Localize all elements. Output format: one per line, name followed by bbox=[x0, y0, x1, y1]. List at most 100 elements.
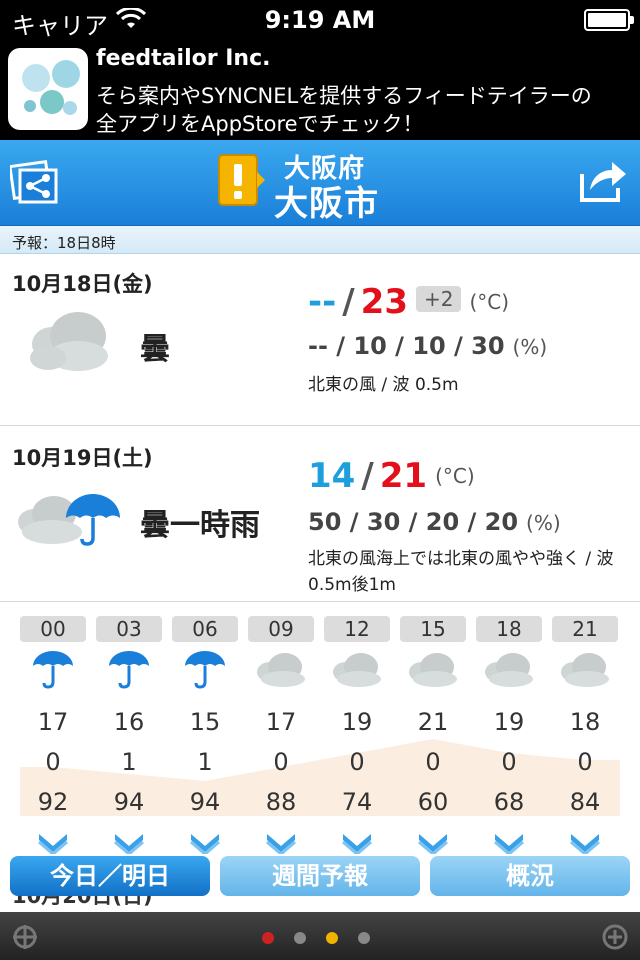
forecast-issued-time: 予報：18日8時 bbox=[0, 226, 640, 254]
cloud-icon bbox=[552, 650, 618, 702]
battery-icon bbox=[584, 9, 634, 31]
temperature-range: --/23 +2 (°C) bbox=[308, 282, 510, 322]
hourly-forecast: 00 17 0 92 03 16 1 94 06 15 1 94 09 17 0 88 12 19 0 74 15 21 0… bbox=[0, 604, 640, 856]
wind-wave-text: 北東の風 / 波 0.5m bbox=[308, 375, 459, 395]
temperature-range: 14/21 (°C) bbox=[308, 456, 475, 496]
temp-unit: (°C) bbox=[469, 290, 510, 314]
hour-label: 03 bbox=[96, 616, 162, 642]
precipitation-probability: -- / 10 / 10 / 30 (%) bbox=[308, 332, 547, 360]
hour-temp: 21 bbox=[417, 708, 449, 736]
hour-label: 18 bbox=[476, 616, 542, 642]
ad-company: feedtailor Inc. bbox=[96, 46, 271, 71]
max-temp: 23 bbox=[360, 282, 408, 322]
min-temp: -- bbox=[308, 282, 337, 322]
hour-label: 15 bbox=[400, 616, 466, 642]
hour-humidity: 84 bbox=[569, 788, 601, 816]
forecast-date: 10月19日(土) bbox=[12, 446, 153, 470]
hour-label: 06 bbox=[172, 616, 238, 642]
hour-precip: 1 bbox=[197, 748, 213, 776]
hour-precip: 1 bbox=[121, 748, 137, 776]
hour-column: 12 19 0 74 bbox=[324, 616, 390, 862]
hour-column: 15 21 0 60 bbox=[400, 616, 466, 862]
cloud-icon bbox=[476, 650, 542, 702]
hour-humidity: 94 bbox=[113, 788, 145, 816]
warning-icon bbox=[218, 154, 265, 206]
hour-humidity: 74 bbox=[341, 788, 373, 816]
feedtailor-logo bbox=[8, 48, 88, 130]
clock: 9:19 AM bbox=[264, 6, 376, 34]
battery-level bbox=[588, 13, 626, 27]
umbrella-icon bbox=[96, 650, 162, 702]
hour-precip: 0 bbox=[425, 748, 441, 776]
page-dot-active[interactable] bbox=[326, 932, 338, 944]
hour-temp: 15 bbox=[189, 708, 221, 736]
hour-temp: 18 bbox=[569, 708, 601, 736]
day-forecast-tomorrow: 10月19日(土) 曇一時雨 14/21 (°C) 50 / 30 / 20 / … bbox=[0, 428, 640, 602]
hour-column: 09 17 0 88 bbox=[248, 616, 314, 862]
min-temp: 14 bbox=[308, 456, 356, 496]
hour-column: 00 17 0 92 bbox=[20, 616, 86, 862]
hour-humidity: 92 bbox=[37, 788, 69, 816]
city-label: 大阪市 bbox=[274, 184, 379, 224]
page-dot[interactable] bbox=[294, 932, 306, 944]
cloud-icon bbox=[324, 650, 390, 702]
cloud-icon bbox=[400, 650, 466, 702]
hour-column: 03 16 1 94 bbox=[96, 616, 162, 862]
hour-humidity: 88 bbox=[265, 788, 297, 816]
hour-precip: 0 bbox=[45, 748, 61, 776]
hour-label: 21 bbox=[552, 616, 618, 642]
pop-unit: (%) bbox=[526, 511, 561, 535]
bottom-toolbar bbox=[0, 912, 640, 960]
export-button[interactable] bbox=[578, 158, 628, 204]
hour-precip: 0 bbox=[273, 748, 289, 776]
pop-values: -- / 10 / 10 / 30 bbox=[308, 332, 505, 360]
hour-column: 21 18 0 84 bbox=[552, 616, 618, 862]
wind-wave-text: 北東の風海上では北東の風やや強く / 波 0.5m後1m bbox=[308, 549, 614, 595]
tab-overview[interactable]: 概況 bbox=[430, 856, 630, 896]
hour-humidity: 68 bbox=[493, 788, 525, 816]
hour-temp: 17 bbox=[37, 708, 69, 736]
cloud-umbrella-icon bbox=[18, 494, 120, 546]
pop-values: 50 / 30 / 20 / 20 bbox=[308, 508, 519, 536]
hour-temp: 17 bbox=[265, 708, 297, 736]
export-icon bbox=[580, 162, 626, 202]
temp-unit: (°C) bbox=[435, 464, 475, 488]
cloud-icon bbox=[30, 312, 108, 371]
hour-humidity: 94 bbox=[189, 788, 221, 816]
hour-temp: 16 bbox=[113, 708, 145, 736]
hour-label: 12 bbox=[324, 616, 390, 642]
page-dot[interactable] bbox=[358, 932, 370, 944]
precipitation-probability: 50 / 30 / 20 / 20 (%) bbox=[308, 508, 561, 536]
ad-banner[interactable]: feedtailor Inc. そら案内やSYNCNELを提供するフィードテイラ… bbox=[0, 40, 640, 140]
location-header: 大阪府 大阪市 bbox=[0, 140, 640, 226]
hour-label: 00 bbox=[20, 616, 86, 642]
umbrella-icon bbox=[20, 650, 86, 702]
share-list-icon bbox=[8, 159, 58, 204]
condition-text: 曇 bbox=[140, 332, 170, 367]
hour-column: 18 19 0 68 bbox=[476, 616, 542, 862]
tab-today-tomorrow[interactable]: 今日／明日 bbox=[10, 856, 210, 896]
hour-precip: 0 bbox=[501, 748, 517, 776]
tab-bar: 10月20日(日) 今日／明日 週間予報 概況 bbox=[0, 854, 640, 910]
hour-humidity: 60 bbox=[417, 788, 449, 816]
pop-unit: (%) bbox=[512, 335, 548, 359]
forecast-date: 10月18日(金) bbox=[12, 272, 153, 296]
status-bar: キャリア 9:19 AM bbox=[0, 0, 640, 40]
tab-weekly-forecast[interactable]: 週間予報 bbox=[220, 856, 420, 896]
ad-text-line2: 全アプリをAppStoreでチェック！ bbox=[96, 112, 424, 136]
page-dot[interactable] bbox=[262, 932, 274, 944]
hour-label: 09 bbox=[248, 616, 314, 642]
location-target-icon[interactable] bbox=[12, 924, 38, 950]
hour-precip: 0 bbox=[349, 748, 365, 776]
umbrella-icon bbox=[172, 650, 238, 702]
temp-diff-badge: +2 bbox=[415, 285, 462, 312]
condition-text: 曇一時雨 bbox=[140, 508, 260, 543]
hour-column: 06 15 1 94 bbox=[172, 616, 238, 862]
hour-temp: 19 bbox=[341, 708, 373, 736]
max-temp: 21 bbox=[379, 456, 428, 496]
add-location-icon[interactable] bbox=[602, 924, 628, 950]
hour-temp: 19 bbox=[493, 708, 525, 736]
share-list-button[interactable] bbox=[8, 158, 62, 206]
hour-precip: 0 bbox=[577, 748, 593, 776]
ad-text-line1: そら案内やSYNCNELを提供するフィードテイラーの bbox=[96, 84, 592, 108]
